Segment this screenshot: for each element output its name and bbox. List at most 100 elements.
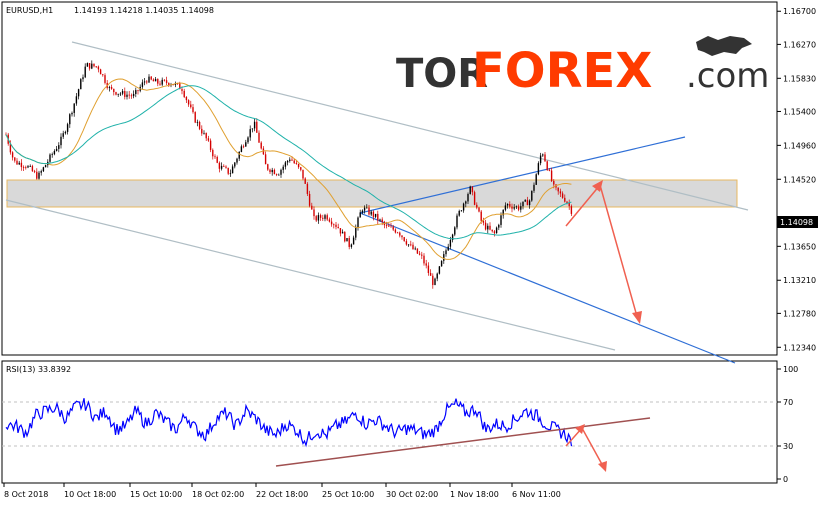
candle-body bbox=[344, 231, 346, 242]
candle-body bbox=[146, 81, 148, 83]
candle-body bbox=[482, 220, 485, 223]
candle-body bbox=[190, 104, 192, 108]
rsi-tick-label: 30 bbox=[783, 442, 793, 451]
candle-body bbox=[564, 197, 566, 202]
candle-body bbox=[113, 88, 115, 93]
candle-body bbox=[159, 83, 161, 85]
candle-body bbox=[44, 165, 47, 168]
candle-body bbox=[51, 154, 53, 155]
candle-body bbox=[374, 213, 377, 217]
candle-body bbox=[165, 80, 168, 83]
candle-body bbox=[473, 192, 476, 205]
candle-body bbox=[242, 146, 245, 148]
logo-com-text: .com bbox=[686, 56, 769, 96]
candle-body bbox=[201, 128, 203, 134]
candle-body bbox=[236, 158, 238, 163]
candle-body bbox=[341, 231, 344, 234]
candle-body bbox=[491, 229, 493, 232]
candle-body bbox=[392, 226, 394, 230]
candle-body bbox=[388, 225, 390, 227]
candle-body bbox=[234, 162, 236, 167]
candle-body bbox=[346, 238, 348, 242]
time-tick-label: 22 Oct 18:00 bbox=[256, 490, 308, 499]
candle-body bbox=[231, 166, 234, 174]
candle-body bbox=[275, 174, 278, 175]
candle-body bbox=[185, 96, 188, 101]
candle-body bbox=[328, 219, 331, 222]
candle-body bbox=[304, 178, 306, 184]
candle-body bbox=[209, 140, 212, 150]
candle-body bbox=[278, 174, 280, 176]
candle-body bbox=[214, 156, 216, 158]
candle-body bbox=[427, 265, 430, 273]
chart-window: TOR FOREX .com EURUSD,H1 1.14193 1.14218… bbox=[0, 0, 819, 506]
candle-body bbox=[130, 95, 133, 97]
candle-body bbox=[370, 211, 372, 215]
candle-body bbox=[269, 169, 271, 173]
candle-body bbox=[469, 186, 471, 195]
rsi-axis: 100 70 30 0 bbox=[777, 365, 798, 484]
candle-body bbox=[515, 206, 518, 208]
candle-body bbox=[480, 211, 482, 221]
candle-body bbox=[423, 255, 425, 264]
price-tick-label: 1.16700 bbox=[783, 7, 816, 16]
candle-body bbox=[462, 203, 465, 211]
candle-body bbox=[414, 248, 416, 250]
candle-body bbox=[493, 231, 496, 234]
price-tick-label: 1.14960 bbox=[783, 141, 816, 150]
candle-body bbox=[60, 136, 62, 146]
candle-body bbox=[557, 187, 559, 192]
candle-body bbox=[522, 201, 524, 207]
time-tick-label: 6 Nov 11:00 bbox=[512, 490, 561, 499]
candle-body bbox=[225, 166, 227, 168]
candle-body bbox=[20, 162, 23, 168]
candle-body bbox=[412, 244, 414, 250]
candle-body bbox=[187, 100, 190, 105]
candle-body bbox=[124, 91, 126, 97]
candle-body bbox=[192, 107, 194, 113]
candle-body bbox=[11, 152, 14, 158]
candle-body bbox=[443, 254, 445, 261]
time-tick-label: 18 Oct 02:00 bbox=[192, 490, 244, 499]
candle-body bbox=[95, 66, 97, 68]
time-tick-label: 15 Oct 10:00 bbox=[130, 490, 182, 499]
candle-body bbox=[104, 75, 106, 83]
candle-body bbox=[99, 69, 102, 75]
candle-body bbox=[377, 213, 379, 221]
candle-body bbox=[513, 207, 515, 209]
candle-body bbox=[539, 155, 542, 164]
price-tick-label: 1.13650 bbox=[783, 242, 816, 251]
candle-body bbox=[379, 219, 381, 221]
candle-body bbox=[86, 63, 89, 67]
candle-body bbox=[570, 206, 573, 214]
last-price-tag: 1.14098 bbox=[777, 216, 818, 228]
candle-body bbox=[108, 87, 111, 88]
candle-body bbox=[227, 167, 229, 174]
candle-body bbox=[476, 204, 478, 208]
candle-body bbox=[150, 76, 152, 80]
candle-body bbox=[161, 79, 163, 85]
candle-body bbox=[273, 169, 276, 175]
candle-body bbox=[509, 203, 511, 207]
candle-body bbox=[40, 171, 42, 173]
candle-body bbox=[517, 206, 520, 210]
candle-body bbox=[348, 238, 350, 247]
candle-body bbox=[335, 224, 337, 227]
candle-body bbox=[390, 226, 392, 228]
candle-body bbox=[33, 171, 36, 173]
candle-body bbox=[396, 232, 399, 234]
candle-body bbox=[121, 91, 124, 94]
rsi-panel-frame bbox=[1, 360, 778, 484]
price-tick-label: 1.13210 bbox=[783, 276, 816, 285]
candle-body bbox=[302, 169, 304, 179]
candle-body bbox=[282, 166, 284, 170]
candle-body bbox=[88, 63, 91, 69]
candle-body bbox=[487, 225, 489, 230]
price-tick-label: 1.12340 bbox=[783, 343, 816, 352]
candle-body bbox=[381, 219, 383, 222]
time-tick-label: 25 Oct 10:00 bbox=[322, 490, 374, 499]
chart-canvas[interactable]: TOR FOREX .com EURUSD,H1 1.14193 1.14218… bbox=[0, 0, 819, 506]
candle-body bbox=[506, 203, 509, 206]
candle-body bbox=[553, 180, 555, 185]
candle-body bbox=[295, 163, 298, 164]
